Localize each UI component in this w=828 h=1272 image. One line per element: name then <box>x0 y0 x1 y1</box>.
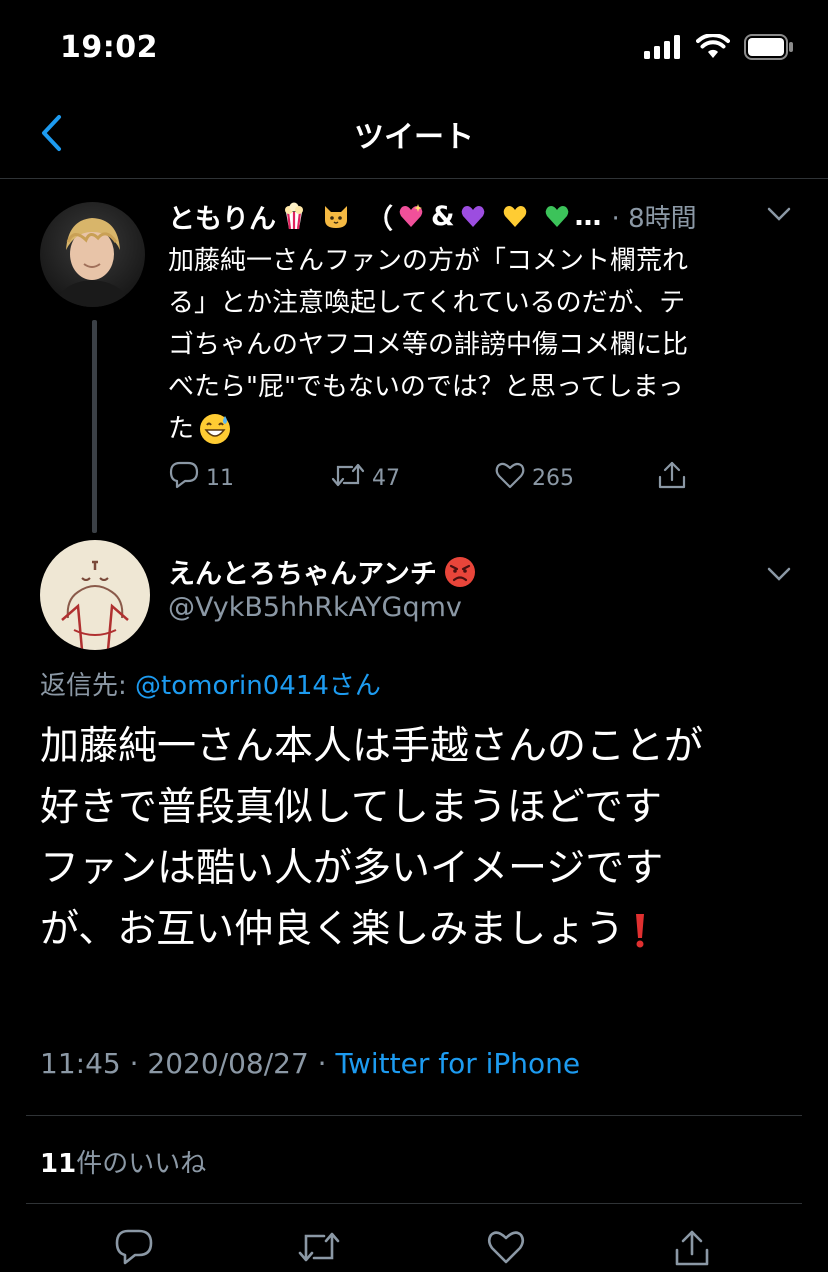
main-body-line-last: が、お互い仲良く楽しみましょう <box>40 899 800 960</box>
main-tweet-body: 加藤純一さん本人は手越さんのことが 好きで普段真似してしまうほどです ファンは酷… <box>40 716 800 960</box>
cat-face-icon <box>322 202 350 230</box>
sparkling-heart-icon <box>397 202 425 230</box>
main-body-line: ファンは酷い人が多いイメージです <box>40 846 664 891</box>
retweet-icon <box>330 460 366 496</box>
reply-to-line: 返信先: @tomorin0414さん <box>40 665 381 702</box>
like-button[interactable]: 265 <box>494 460 574 496</box>
parent-display-name[interactable]: ともりん <box>168 197 276 236</box>
heart-icon <box>486 1228 526 1270</box>
reply-icon <box>168 460 200 496</box>
share-icon <box>672 1228 712 1272</box>
parent-body-line: べたら"屁"でもないのでは？と思ってしまっ <box>168 372 684 402</box>
thread-connector-line <box>92 320 97 533</box>
divider <box>26 1203 802 1204</box>
page-title: ツイート <box>354 120 474 155</box>
main-like-button[interactable] <box>486 1228 526 1270</box>
retweet-button[interactable]: 47 <box>330 460 400 496</box>
parent-name-ellipsis: … <box>574 200 602 232</box>
parent-name-paren: （ <box>366 203 393 235</box>
parent-tweet-header: ともりん （ & … · 8時間 <box>168 197 808 236</box>
status-time: 19:02 <box>60 30 158 65</box>
cellular-signal-icon <box>644 35 682 63</box>
likes-label: 件のいいね <box>76 1149 207 1179</box>
tweet-meta: 11:45 · 2020/08/27 · Twitter for iPhone <box>40 1047 580 1080</box>
exclamation-mark-icon <box>630 910 650 950</box>
status-icons <box>644 33 794 64</box>
chevron-down-icon <box>767 206 791 225</box>
battery-icon <box>744 34 794 64</box>
divider <box>26 1115 802 1116</box>
parent-body-line-last: た <box>168 408 778 450</box>
main-display-name: えんとろちゃんアンチ <box>168 559 437 590</box>
reply-button[interactable]: 11 <box>168 460 234 496</box>
like-count: 265 <box>532 465 574 491</box>
heart-icon <box>494 460 526 496</box>
parent-tweet-menu-button[interactable] <box>764 200 794 230</box>
parent-time-ago[interactable]: · 8時間 <box>612 198 697 235</box>
tweet-client-link[interactable]: Twitter for iPhone <box>335 1047 580 1080</box>
nav-bar: ツイート <box>0 100 828 179</box>
green-heart-icon <box>543 202 571 230</box>
main-reply-button[interactable] <box>114 1228 154 1270</box>
reply-count: 11 <box>206 465 234 491</box>
main-avatar[interactable] <box>40 540 150 650</box>
status-bar: 19:02 <box>0 0 828 100</box>
parent-body-line: る」とか注意喚起してくれているのだが、テ <box>168 288 686 318</box>
reply-to-link[interactable]: @tomorin0414さん <box>135 671 381 701</box>
angry-face-icon <box>443 555 477 589</box>
parent-name-ampersand: & <box>431 200 455 232</box>
retweet-count: 47 <box>372 465 400 491</box>
parent-avatar[interactable] <box>40 202 145 307</box>
parent-body-line: 加藤純一さんファンの方が「コメント欄荒れ <box>168 246 689 276</box>
yellow-heart-icon <box>501 202 529 230</box>
tweet-timestamp: 11:45 · 2020/08/27 · <box>40 1047 336 1080</box>
likes-summary[interactable]: 11件のいいね <box>40 1143 206 1180</box>
main-display-name-row[interactable]: えんとろちゃんアンチ <box>168 552 477 591</box>
chevron-down-icon <box>767 566 791 585</box>
main-tweet-actions <box>0 1220 828 1267</box>
purple-heart-icon <box>459 202 487 230</box>
share-button[interactable] <box>656 459 688 497</box>
parent-tweet-body: 加藤純一さんファンの方が「コメント欄荒れ る」とか注意喚起してくれているのだが、… <box>168 240 778 450</box>
main-handle[interactable]: @VykB5hhRkAYGqmv <box>168 592 462 623</box>
likes-total: 11 <box>40 1149 77 1179</box>
main-body-line: が、お互い仲良く楽しみましょう <box>40 907 625 952</box>
retweet-icon <box>296 1228 342 1270</box>
main-share-button[interactable] <box>672 1228 712 1272</box>
main-retweet-button[interactable] <box>296 1228 342 1270</box>
parent-body-line: た <box>168 414 195 444</box>
wifi-icon <box>696 33 730 64</box>
grinning-sweat-icon <box>198 412 232 446</box>
main-body-line: 加藤純一さん本人は手越さんのことが <box>40 724 704 769</box>
reply-icon <box>114 1228 154 1270</box>
main-tweet-menu-button[interactable] <box>764 560 794 590</box>
parent-tweet-actions: 11 47 265 <box>168 460 768 496</box>
parent-body-line: ゴちゃんのヤフコメ等の誹謗中傷コメ欄に比 <box>168 330 689 360</box>
reply-to-prefix: 返信先: <box>40 671 136 701</box>
main-body-line: 好きで普段真似してしまうほどです <box>40 785 663 830</box>
popcorn-icon <box>280 202 308 230</box>
share-icon <box>656 459 688 497</box>
